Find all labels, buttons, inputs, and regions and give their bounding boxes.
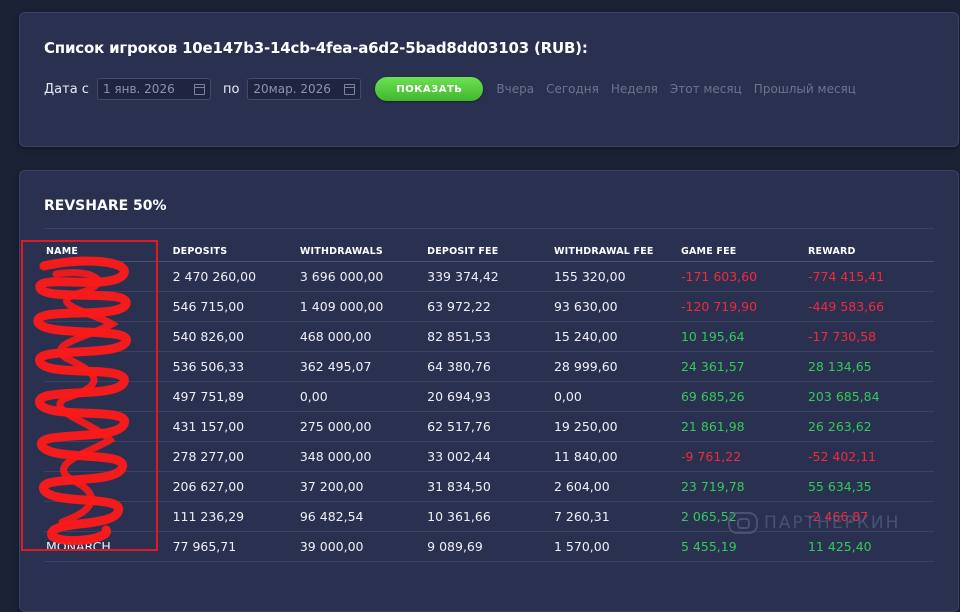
page-title: Список игроков 10e147b3-14cb-4fea-a6d2-5… <box>44 39 588 57</box>
column-header-withdrawals[interactable]: WITHDRAWALS <box>297 241 426 262</box>
quick-range-this-month[interactable]: Этот месяц <box>670 82 742 96</box>
cell-deposits: 278 277,00 <box>170 441 298 472</box>
cell-game-fee: 69 685,26 <box>678 381 806 412</box>
cell-withdrawals: 3 696 000,00 <box>297 261 426 292</box>
divider <box>44 228 934 229</box>
date-to-value: 20мар. 2026 <box>253 82 331 96</box>
quick-range-today[interactable]: Сегодня <box>546 82 599 96</box>
watermark-text: ПАРТНЕРКИН <box>764 513 901 533</box>
cell-game-fee: 5 455,19 <box>678 531 806 562</box>
quick-range-yesterday[interactable]: Вчера <box>496 82 534 96</box>
watermark: ПАРТНЕРКИН <box>728 512 900 534</box>
show-button[interactable]: ПОКАЗАТЬ <box>375 77 484 101</box>
cell-deposits: 536 506,33 <box>170 351 298 382</box>
cell-reward: 28 134,65 <box>805 351 934 382</box>
cell-game-fee: 24 361,57 <box>678 351 806 382</box>
column-header-game-fee[interactable]: GAME FEE <box>678 241 806 262</box>
cell-deposit-fee: 62 517,76 <box>425 411 552 442</box>
cell-reward: -774 415,41 <box>805 261 934 292</box>
report-panel: REVSHARE 50% NAME DEPOSITS WITHDRAWALS D… <box>19 170 959 612</box>
cell-deposit-fee: 10 361,66 <box>425 501 552 532</box>
date-filter-row: Дата с 1 янв. 2026 по 20мар. 2026 ПОКАЗА… <box>44 77 856 101</box>
table-row[interactable]: 431 157,00 275 000,00 62 517,76 19 250,00 21… <box>44 411 934 442</box>
cell-reward: -52 402,11 <box>805 441 934 472</box>
cell-withdrawals: 468 000,00 <box>297 321 426 352</box>
redaction-scribble <box>33 256 131 546</box>
cell-withdrawal-fee: 11 840,00 <box>551 441 679 472</box>
column-header-withdrawal-fee[interactable]: WITHDRAWAL FEE <box>551 241 679 262</box>
cell-deposits: 431 157,00 <box>170 411 298 442</box>
cell-deposit-fee: 31 834,50 <box>425 471 552 502</box>
date-from-input[interactable]: 1 янв. 2026 <box>96 78 211 100</box>
cell-withdrawal-fee: 1 570,00 <box>551 531 679 562</box>
cell-deposit-fee: 82 851,53 <box>425 321 552 352</box>
cell-withdrawal-fee: 7 260,31 <box>551 501 679 532</box>
cell-reward: -17 730,58 <box>805 321 934 352</box>
cell-withdrawal-fee: 19 250,00 <box>551 411 679 442</box>
cell-withdrawal-fee: 0,00 <box>551 381 679 412</box>
cell-withdrawals: 348 000,00 <box>297 441 426 472</box>
cell-withdrawal-fee: 2 604,00 <box>551 471 679 502</box>
cell-withdrawal-fee: 155 320,00 <box>551 261 679 292</box>
cell-game-fee: -171 603,60 <box>678 261 806 292</box>
cell-withdrawals: 275 000,00 <box>297 411 426 442</box>
cell-deposit-fee: 33 002,44 <box>425 441 552 472</box>
cell-withdrawals: 37 200,00 <box>297 471 426 502</box>
cell-withdrawal-fee: 15 240,00 <box>551 321 679 352</box>
cell-deposits: 497 751,89 <box>170 381 298 412</box>
cell-deposit-fee: 64 380,76 <box>425 351 552 382</box>
cell-withdrawals: 96 482,54 <box>297 501 426 532</box>
table-row[interactable]: 536 506,33 362 495,07 64 380,76 28 999,60 24… <box>44 351 934 382</box>
table-row[interactable]: 206 627,00 37 200,00 31 834,50 2 604,00 23 7… <box>44 471 934 502</box>
cell-reward: -449 583,66 <box>805 291 934 322</box>
cell-deposit-fee: 9 089,69 <box>425 531 552 562</box>
table-row[interactable]: 497 751,89 0,00 20 694,93 0,00 69 685,26 203 … <box>44 381 934 412</box>
cell-game-fee: 23 719,78 <box>678 471 806 502</box>
filter-panel: Список игроков 10e147b3-14cb-4fea-a6d2-5… <box>19 12 959 147</box>
cell-reward: 203 685,84 <box>805 381 934 412</box>
cell-withdrawals: 0,00 <box>297 381 426 412</box>
cell-reward: 55 634,35 <box>805 471 934 502</box>
cell-withdrawal-fee: 28 999,60 <box>551 351 679 382</box>
calendar-icon[interactable] <box>344 83 356 95</box>
cell-withdrawals: 39 000,00 <box>297 531 426 562</box>
cell-deposit-fee: 63 972,22 <box>425 291 552 322</box>
calendar-icon[interactable] <box>193 83 205 95</box>
cell-deposits: 77 965,71 <box>170 531 298 562</box>
cell-deposits: 546 715,00 <box>170 291 298 322</box>
date-from-value: 1 янв. 2026 <box>102 82 175 96</box>
column-header-deposit-fee[interactable]: DEPOSIT FEE <box>425 241 552 262</box>
cell-game-fee: 21 861,98 <box>678 411 806 442</box>
cell-deposits: 111 236,29 <box>170 501 298 532</box>
cell-deposits: 2 470 260,00 <box>170 261 298 292</box>
cell-withdrawals: 362 495,07 <box>297 351 426 382</box>
cell-withdrawal-fee: 93 630,00 <box>551 291 679 322</box>
table-row[interactable]: 278 277,00 348 000,00 33 002,44 11 840,00 -9… <box>44 441 934 472</box>
table-row[interactable]: 546 715,00 1 409 000,00 63 972,22 93 630,00… <box>44 291 934 322</box>
cell-game-fee: 10 195,64 <box>678 321 806 352</box>
table-row[interactable]: MONARCH 77 965,71 39 000,00 9 089,69 1 570,0… <box>44 531 934 562</box>
cell-deposits: 206 627,00 <box>170 471 298 502</box>
cell-deposits: 540 826,00 <box>170 321 298 352</box>
table-row[interactable]: 540 826,00 468 000,00 82 851,53 15 240,00 10… <box>44 321 934 352</box>
table-row[interactable]: 2 470 260,00 3 696 000,00 339 374,42 155 32… <box>44 261 934 292</box>
cell-withdrawals: 1 409 000,00 <box>297 291 426 322</box>
cell-deposit-fee: 20 694,93 <box>425 381 552 412</box>
cell-deposit-fee: 339 374,42 <box>425 261 552 292</box>
partnerkin-logo-icon <box>728 512 758 534</box>
date-from-label: Дата с <box>44 81 89 97</box>
cell-reward: 11 425,40 <box>805 531 934 562</box>
quick-range-last-month[interactable]: Прошлый месяц <box>754 82 856 96</box>
column-header-deposits[interactable]: DEPOSITS <box>170 241 298 262</box>
quick-range-week[interactable]: Неделя <box>611 82 658 96</box>
date-to-input[interactable]: 20мар. 2026 <box>247 78 362 100</box>
column-header-reward[interactable]: REWARD <box>805 241 934 262</box>
cell-reward: 26 263,62 <box>805 411 934 442</box>
cell-game-fee: -9 761,22 <box>678 441 806 472</box>
date-to-label: по <box>222 81 240 97</box>
report-title: REVSHARE 50% <box>44 198 167 214</box>
cell-game-fee: -120 719,90 <box>678 291 806 322</box>
table-header-row: NAME DEPOSITS WITHDRAWALS DEPOSIT FEE WI… <box>44 241 934 262</box>
